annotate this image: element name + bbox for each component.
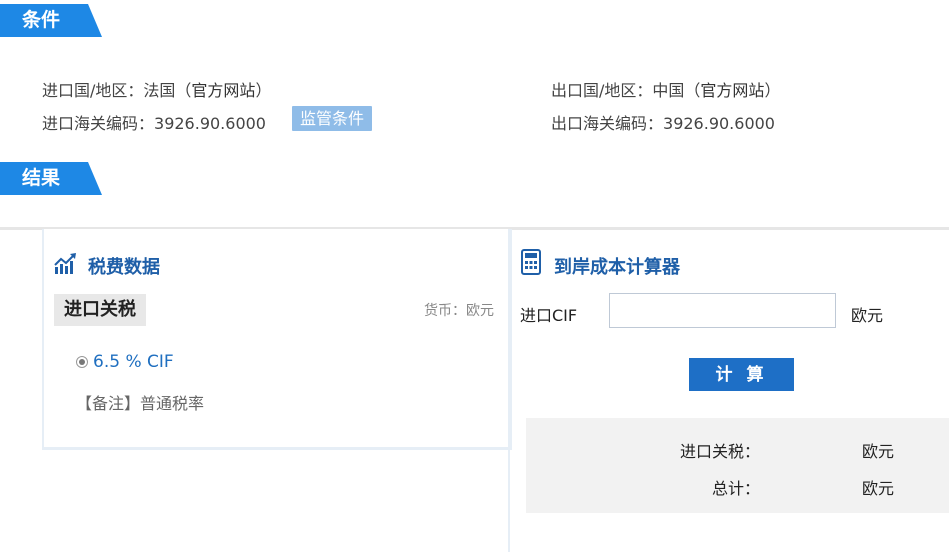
results-tab: 结果 xyxy=(0,162,102,195)
export-close-paren: ） xyxy=(764,81,781,100)
import-hs-label: 进口海关编码： xyxy=(42,114,155,133)
calculator-icon xyxy=(521,249,541,275)
rate-radio[interactable] xyxy=(76,356,88,368)
cif-input[interactable] xyxy=(609,293,836,328)
export-hs-label: 出口海关编码： xyxy=(551,114,664,133)
export-official-site-link[interactable]: 官方网站 xyxy=(700,81,764,100)
import-hs-value: 3926.90.6000 xyxy=(154,114,266,133)
import-country-row: 进口国/地区：法国（官方网站） xyxy=(42,77,271,101)
conditions-tab-label: 条件 xyxy=(22,9,61,31)
total-result-unit: 欧元 xyxy=(862,479,895,498)
export-country-value: 中国（ xyxy=(652,81,701,100)
results-tab-label: 结果 xyxy=(22,167,61,189)
export-country-label: 出口国/地区： xyxy=(551,81,653,100)
chart-trend-icon xyxy=(54,253,76,274)
calculator-title: 到岸成本计算器 xyxy=(554,257,680,278)
import-hs-row: 进口海关编码：3926.90.6000 xyxy=(42,110,266,134)
cif-label: 进口CIF xyxy=(520,306,578,325)
tax-data-title: 税费数据 xyxy=(88,257,160,278)
duty-remark: 【备注】普通税率 xyxy=(76,394,205,413)
export-hs-value: 3926.90.6000 xyxy=(663,114,775,133)
duty-result-unit: 欧元 xyxy=(862,442,895,461)
import-official-site-link[interactable]: 官方网站 xyxy=(191,81,255,100)
conditions-tab: 条件 xyxy=(0,4,102,37)
monitor-conditions-button[interactable]: 监管条件 xyxy=(292,106,373,131)
duty-result-label: 进口关税： xyxy=(679,442,760,461)
calculate-button[interactable]: 计 算 xyxy=(689,358,794,391)
total-result-label: 总计： xyxy=(711,479,760,498)
export-country-row: 出口国/地区：中国（官方网站） xyxy=(551,77,780,101)
import-country-label: 进口国/地区： xyxy=(42,81,144,100)
import-duty-tag: 进口关税 xyxy=(54,294,146,326)
duty-rate-text: 6.5 % CIF xyxy=(93,352,174,372)
import-country-value: 法国（ xyxy=(143,81,192,100)
export-hs-row: 出口海关编码：3926.90.6000 xyxy=(551,110,775,134)
panel-divider xyxy=(508,229,510,552)
cif-unit: 欧元 xyxy=(851,306,884,325)
currency-label: 货币：欧元 xyxy=(424,303,494,319)
calculation-result-box: 进口关税： 欧元 总计： 欧元 xyxy=(526,418,949,513)
import-close-paren: ） xyxy=(255,81,272,100)
